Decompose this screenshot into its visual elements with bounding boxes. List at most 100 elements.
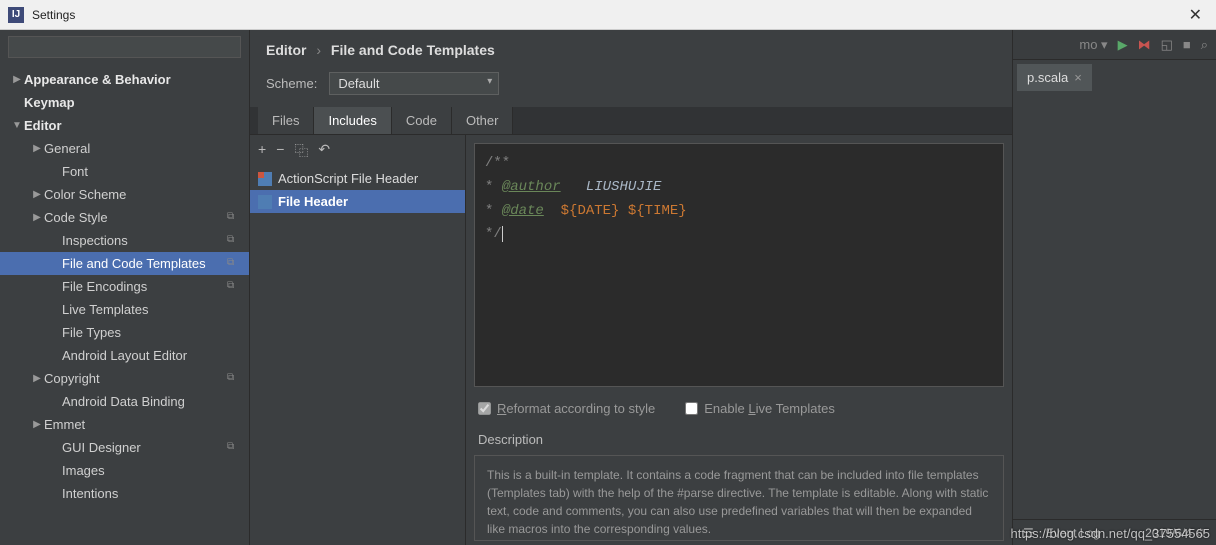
breadcrumb-a[interactable]: Editor xyxy=(266,42,306,58)
template-name: ActionScript File Header xyxy=(278,171,418,186)
event-log-label[interactable]: Event Log xyxy=(1046,526,1100,540)
settings-tree: ▶Appearance & BehaviorKeymap▼Editor▶Gene… xyxy=(0,64,249,545)
scheme-label: Scheme: xyxy=(266,76,317,91)
editor-tab-label: p.scala xyxy=(1027,70,1068,85)
window-title: Settings xyxy=(32,8,1183,22)
caret-icon: ▶ xyxy=(30,373,44,384)
template-list-panel: + − ⿻ ↶ ActionScript File Header File Hea… xyxy=(250,135,466,545)
tree-item-label: Inspections xyxy=(62,233,227,248)
tree-item-label: File Types xyxy=(62,325,241,340)
file-icon xyxy=(258,195,272,209)
tree-item-label: Keymap xyxy=(24,95,241,110)
event-log-icon[interactable]: ☲ xyxy=(1023,526,1034,540)
tree-item-code-style[interactable]: ▶Code Style⧉ xyxy=(0,206,249,229)
tree-item-label: File and Code Templates xyxy=(62,256,227,271)
tree-item-appearance-behavior[interactable]: ▶Appearance & Behavior xyxy=(0,68,249,91)
settings-sidebar: ▶Appearance & BehaviorKeymap▼Editor▶Gene… xyxy=(0,30,250,545)
editor-tab[interactable]: p.scala × xyxy=(1017,64,1092,91)
remove-button[interactable]: − xyxy=(276,141,284,161)
gear-icon[interactable]: ⚙ xyxy=(1195,526,1206,540)
copy-button[interactable]: ⿻ xyxy=(294,141,308,161)
tree-item-inspections[interactable]: Inspections⧉ xyxy=(0,229,249,252)
run-config-combo[interactable]: mo ▾ xyxy=(1079,37,1107,53)
tree-item-label: Appearance & Behavior xyxy=(24,72,241,87)
app-icon: IJ xyxy=(8,7,24,23)
tab-files[interactable]: Files xyxy=(258,107,314,134)
tab-code[interactable]: Code xyxy=(392,107,452,134)
titlebar: IJ Settings ✕ xyxy=(0,0,1216,30)
run-icon[interactable]: ▶ xyxy=(1118,37,1128,53)
tree-item-android-layout-editor[interactable]: Android Layout Editor xyxy=(0,344,249,367)
scope-badge-icon: ⧉ xyxy=(227,372,241,386)
scope-badge-icon: ⧉ xyxy=(227,257,241,271)
tree-item-label: Font xyxy=(62,164,241,179)
template-row[interactable]: ActionScript File Header xyxy=(250,167,465,190)
template-editor[interactable]: /** * @author LIUSHUJIE * @date ${DATE} … xyxy=(474,143,1004,387)
description-box: This is a built-in template. It contains… xyxy=(474,455,1004,541)
content-panel: Editor › File and Code Templates Scheme:… xyxy=(250,30,1012,545)
tree-item-images[interactable]: Images xyxy=(0,459,249,482)
scheme-combo[interactable]: Default xyxy=(329,72,499,95)
tab-includes[interactable]: Includes xyxy=(314,107,391,134)
tree-item-label: GUI Designer xyxy=(62,440,227,455)
search-input[interactable] xyxy=(8,36,241,58)
template-list: ActionScript File Header File Header xyxy=(250,167,465,545)
caret-icon: ▼ xyxy=(10,120,24,131)
breadcrumb: Editor › File and Code Templates xyxy=(250,30,1012,66)
tree-item-label: File Encodings xyxy=(62,279,227,294)
coverage-icon[interactable]: ◱ xyxy=(1161,37,1173,53)
tree-item-font[interactable]: Font xyxy=(0,160,249,183)
file-icon xyxy=(258,172,272,186)
tab-other[interactable]: Other xyxy=(452,107,514,134)
template-toolbar: + − ⿻ ↶ xyxy=(250,135,465,167)
tree-item-label: Images xyxy=(62,463,241,478)
scope-badge-icon: ⧉ xyxy=(227,441,241,455)
add-button[interactable]: + xyxy=(258,141,266,161)
tree-item-file-types[interactable]: File Types xyxy=(0,321,249,344)
chevron-right-icon: › xyxy=(310,42,327,58)
tree-item-copyright[interactable]: ▶Copyright⧉ xyxy=(0,367,249,390)
tree-item-live-templates[interactable]: Live Templates xyxy=(0,298,249,321)
tree-item-editor[interactable]: ▼Editor xyxy=(0,114,249,137)
live-templates-checkbox[interactable]: Enable Live Templates xyxy=(685,401,835,416)
tree-item-label: Copyright xyxy=(44,371,227,386)
stop-icon[interactable]: ■ xyxy=(1183,37,1191,52)
tree-item-label: Code Style xyxy=(44,210,227,225)
tree-item-label: Color Scheme xyxy=(44,187,241,202)
caret-icon: ▶ xyxy=(30,419,44,430)
search-icon[interactable]: ⌕ xyxy=(1201,37,1208,53)
tree-item-android-data-binding[interactable]: Android Data Binding xyxy=(0,390,249,413)
template-row[interactable]: File Header xyxy=(250,190,465,213)
ide-background: mo ▾ ▶ ⧓ ◱ ■ ⌕ p.scala × ☲ Event Log 201… xyxy=(1012,30,1216,545)
tree-item-file-and-code-templates[interactable]: File and Code Templates⧉ xyxy=(0,252,249,275)
tree-item-label: Android Layout Editor xyxy=(62,348,241,363)
close-tab-icon[interactable]: × xyxy=(1074,70,1082,85)
tree-item-label: Live Templates xyxy=(62,302,241,317)
tree-item-label: Android Data Binding xyxy=(62,394,241,409)
caret-icon: ▶ xyxy=(30,212,44,223)
close-icon[interactable]: ✕ xyxy=(1183,5,1208,25)
scope-badge-icon: ⧉ xyxy=(227,234,241,248)
caret-icon: ▶ xyxy=(10,74,24,85)
tree-item-intentions[interactable]: Intentions xyxy=(0,482,249,505)
reformat-checkbox[interactable]: Reformat according to style xyxy=(478,401,655,416)
template-tabs: FilesIncludesCodeOther xyxy=(250,107,1012,135)
tree-item-gui-designer[interactable]: GUI Designer⧉ xyxy=(0,436,249,459)
tree-item-label: Editor xyxy=(24,118,241,133)
tree-item-general[interactable]: ▶General xyxy=(0,137,249,160)
caret-icon: ▶ xyxy=(30,189,44,200)
caret-icon: ▶ xyxy=(30,143,44,154)
scope-badge-icon: ⧉ xyxy=(227,211,241,225)
tree-item-keymap[interactable]: Keymap xyxy=(0,91,249,114)
tree-item-label: General xyxy=(44,141,241,156)
description-label: Description xyxy=(474,430,1004,449)
scope-badge-icon: ⧉ xyxy=(227,280,241,294)
revert-button[interactable]: ↶ xyxy=(318,141,330,161)
tree-item-color-scheme[interactable]: ▶Color Scheme xyxy=(0,183,249,206)
tree-item-emmet[interactable]: ▶Emmet xyxy=(0,413,249,436)
debug-icon[interactable]: ⧓ xyxy=(1138,37,1151,53)
tree-item-file-encodings[interactable]: File Encodings⧉ xyxy=(0,275,249,298)
status-bar: ☲ Event Log 2019/6/4 ⚙ xyxy=(1013,519,1216,545)
breadcrumb-b: File and Code Templates xyxy=(331,42,495,58)
editor-panel: /** * @author LIUSHUJIE * @date ${DATE} … xyxy=(466,135,1012,545)
